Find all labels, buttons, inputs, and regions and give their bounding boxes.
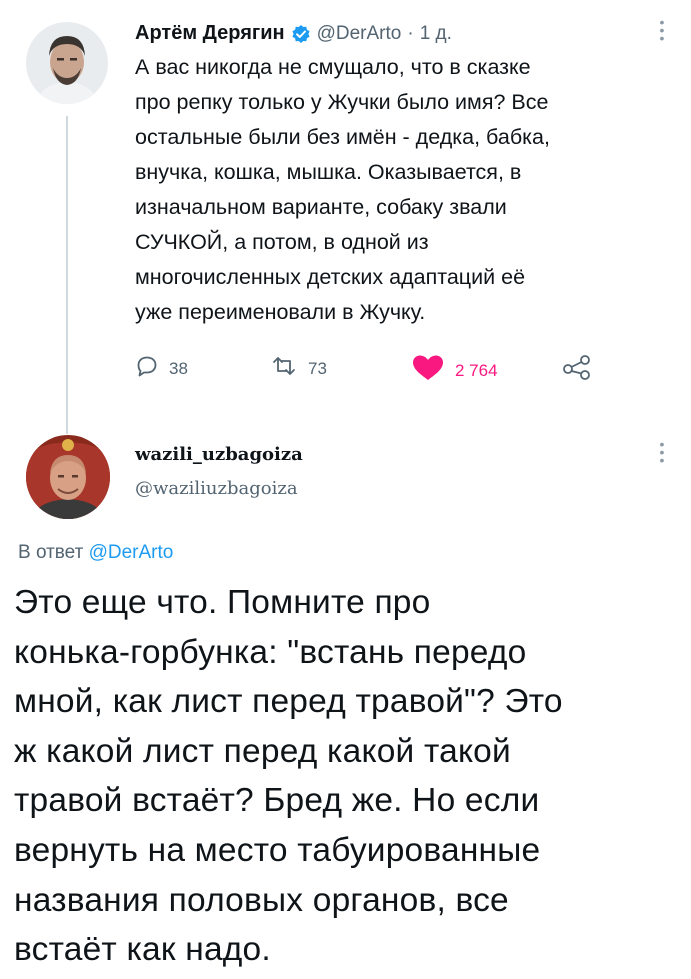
reply-author-name[interactable]: wazili_uzbagoiza	[135, 444, 303, 465]
more-icon[interactable]: • • •	[656, 437, 668, 467]
reply-to-prefix: В ответ	[18, 542, 84, 563]
reply-to-line: В ответ @DerArto	[18, 542, 173, 564]
retweet-icon	[270, 354, 298, 383]
verified-badge-icon	[291, 24, 311, 44]
like-count: 2 764	[455, 360, 498, 380]
reply-to-mention[interactable]: @DerArto	[89, 542, 174, 563]
more-icon[interactable]: • • •	[656, 15, 668, 45]
author-name[interactable]: Артём Дерягин	[135, 22, 285, 45]
reply-count: 38	[169, 358, 188, 378]
tweet-header: Артём Дерягин @DerArto · 1 д.	[135, 22, 452, 45]
heart-icon	[411, 354, 445, 387]
reply-action[interactable]: 38	[135, 354, 188, 383]
retweet-action[interactable]: 73	[270, 354, 327, 383]
retweet-count: 73	[308, 358, 327, 378]
share-icon[interactable]	[562, 354, 592, 385]
like-action[interactable]: 2 764	[411, 354, 498, 387]
reply-avatar[interactable]	[26, 435, 110, 519]
author-handle[interactable]: @DerArto	[317, 23, 402, 45]
tweet-time[interactable]: 1 д.	[420, 23, 452, 45]
tweet-text: А вас никогда не смущало, что в сказке п…	[135, 55, 550, 324]
header-separator: ·	[407, 22, 414, 44]
thread-connector-line	[66, 116, 68, 434]
author-avatar[interactable]	[26, 22, 108, 104]
reply-author-handle[interactable]: @waziliuzbagoiza	[135, 478, 298, 499]
reply-icon	[135, 354, 159, 383]
reply-text: Это еще что. Помните про конька-горбунка…	[14, 584, 563, 969]
